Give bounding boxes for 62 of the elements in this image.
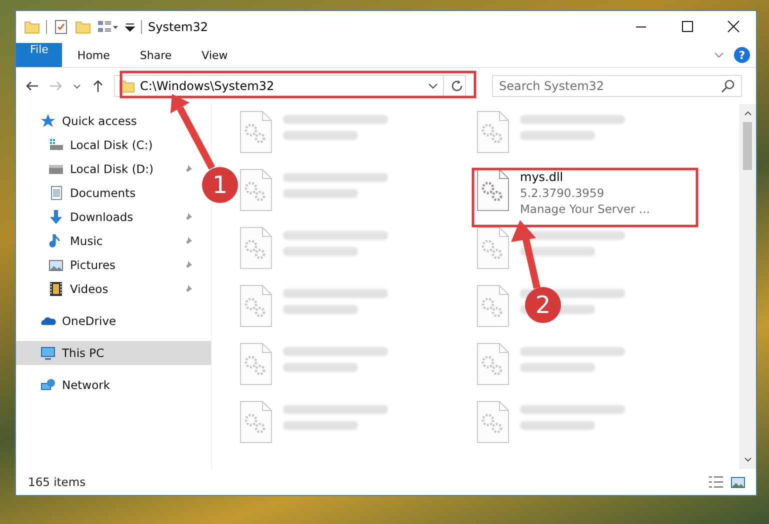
- gear-file-icon: [239, 284, 273, 328]
- network-icon: [40, 377, 56, 393]
- gear-file-icon: [476, 284, 510, 328]
- gear-file-icon: [239, 342, 273, 386]
- sidebar-item[interactable]: Quick access: [16, 109, 141, 133]
- ribbon-tab[interactable]: Home: [62, 43, 125, 67]
- address-bar[interactable]: C:\Windows\System32: [114, 75, 466, 97]
- sidebar-item[interactable]: This PC: [16, 341, 211, 365]
- file-tab[interactable]: File: [16, 43, 62, 67]
- sidebar-item[interactable]: OneDrive: [16, 309, 120, 333]
- gear-file-icon: [239, 110, 273, 154]
- view-options-icon[interactable]: [97, 19, 119, 35]
- document-icon: [48, 185, 64, 201]
- scrollbar-thumb[interactable]: [743, 122, 752, 170]
- help-button[interactable]: ?: [734, 47, 750, 63]
- ribbon-tab[interactable]: View: [186, 43, 243, 67]
- down-arrow-icon: [48, 209, 64, 225]
- drive-icon: [48, 137, 64, 153]
- item-count: 165 items: [28, 475, 86, 489]
- sidebar-item[interactable]: Music: [16, 229, 201, 253]
- gear-file-icon: [476, 168, 510, 212]
- gear-file-icon: [239, 226, 273, 270]
- picture-icon: [48, 257, 64, 273]
- dropdown-icon[interactable]: [125, 22, 135, 32]
- scrollbar[interactable]: [739, 104, 756, 469]
- sidebar-item[interactable]: Documents: [16, 181, 201, 205]
- sidebar-item[interactable]: Local Disk (D:): [16, 157, 201, 181]
- arrow: [511, 220, 540, 289]
- large-icons-view-icon[interactable]: [730, 474, 746, 490]
- callout-badge: [202, 167, 238, 203]
- search-icon: [720, 78, 736, 94]
- window-title: System32: [148, 20, 208, 34]
- file-detail: 5.2.3790.3959: [520, 185, 606, 201]
- refresh-icon[interactable]: [449, 78, 465, 94]
- properties-icon[interactable]: [53, 19, 69, 35]
- monitor-icon: [40, 345, 56, 361]
- gear-file-icon: [476, 110, 510, 154]
- sidebar-item[interactable]: Pictures: [16, 253, 201, 277]
- gear-file-icon: [476, 226, 510, 270]
- star-icon: [40, 113, 56, 129]
- expand-ribbon-icon[interactable]: [714, 50, 724, 60]
- dropdown-icon[interactable]: [428, 81, 438, 91]
- folder-icon: [24, 19, 40, 35]
- gear-file-icon: [476, 342, 510, 386]
- gear-file-icon: [239, 168, 273, 212]
- details-view-icon[interactable]: [708, 474, 724, 490]
- address-path: C:\Windows\System32: [140, 79, 274, 93]
- sidebar-item[interactable]: Network: [16, 373, 114, 397]
- file-item[interactable]: mys.dll 5.2.3790.3959 Manage Your Server ...: [476, 168, 713, 226]
- callout-badge: [525, 287, 561, 323]
- file-name: mys.dll: [520, 169, 564, 185]
- sidebar-item[interactable]: Local Disk (C:): [16, 133, 201, 157]
- callout-number: 1: [212, 171, 228, 199]
- ribbon-tab[interactable]: Share: [124, 43, 187, 67]
- callout-number: 2: [535, 291, 551, 319]
- search-field[interactable]: Search System32: [492, 75, 742, 97]
- gear-file-icon: [239, 400, 273, 444]
- film-icon: [48, 281, 64, 297]
- sidebar-item[interactable]: Downloads: [16, 205, 201, 229]
- sidebar-item[interactable]: Videos: [16, 277, 201, 301]
- gear-file-icon: [476, 400, 510, 444]
- file-detail: Manage Your Server ...: [520, 201, 650, 217]
